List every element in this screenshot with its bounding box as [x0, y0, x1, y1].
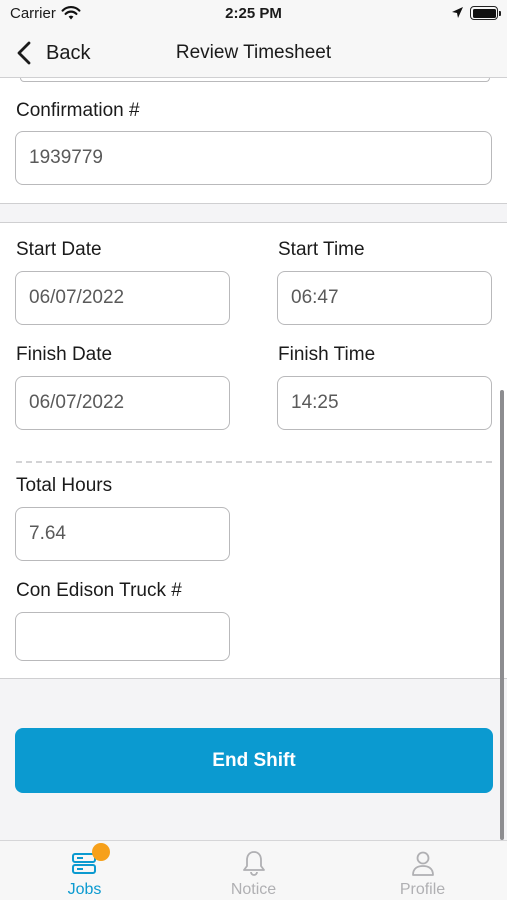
page-title: Review Timesheet: [175, 42, 332, 63]
start-time-label: Start Time: [278, 239, 365, 260]
clock-time: 2:25 PM: [225, 5, 282, 22]
finish-time-field[interactable]: 14:25: [277, 376, 492, 430]
person-icon: [408, 849, 438, 879]
confirmation-label: Confirmation #: [16, 100, 140, 121]
tab-profile[interactable]: Profile: [338, 841, 507, 900]
finish-date-field[interactable]: 06/07/2022: [15, 376, 230, 430]
start-time-field[interactable]: 06:47: [277, 271, 492, 325]
finish-time-label: Finish Time: [278, 344, 376, 365]
total-hours-field[interactable]: 7.64: [15, 507, 230, 561]
dashed-divider: [16, 461, 492, 463]
battery-icon: [470, 6, 501, 20]
finish-date-label: Finish Date: [16, 344, 113, 365]
shift-times-card: Start Date 06/07/2022 Start Time 06:47 F…: [0, 222, 507, 679]
truck-number-field[interactable]: [15, 612, 230, 661]
confirmation-field[interactable]: 1939779: [15, 131, 492, 185]
tab-notice[interactable]: Notice: [169, 841, 338, 900]
tab-profile-label: Profile: [399, 881, 446, 898]
timesheet-form[interactable]: Confirmation # 1939779 Start Date 06/07/…: [0, 78, 507, 840]
previous-field-edge: [20, 78, 490, 82]
truck-number-label: Con Edison Truck #: [16, 580, 182, 601]
tab-jobs[interactable]: Jobs: [0, 841, 169, 900]
start-date-field[interactable]: 06/07/2022: [15, 271, 230, 325]
tab-jobs-label: Jobs: [67, 881, 102, 898]
scrollbar[interactable]: [500, 390, 504, 840]
screen: Carrier 2:25 PM Back Review Timesheet Co…: [0, 0, 507, 900]
total-hours-label: Total Hours: [16, 475, 113, 496]
status-bar: Carrier 2:25 PM: [0, 0, 507, 28]
tab-notice-label: Notice: [230, 881, 277, 898]
tab-bar: Jobs Notice Profile: [0, 840, 507, 900]
end-shift-button[interactable]: End Shift: [15, 728, 493, 793]
navigation-bar: Back Review Timesheet: [0, 28, 507, 78]
location-arrow-icon: [451, 6, 464, 24]
start-date-label: Start Date: [16, 239, 102, 260]
bell-icon: [239, 849, 269, 879]
notification-badge: [92, 843, 110, 861]
confirmation-card: Confirmation # 1939779: [0, 78, 507, 204]
